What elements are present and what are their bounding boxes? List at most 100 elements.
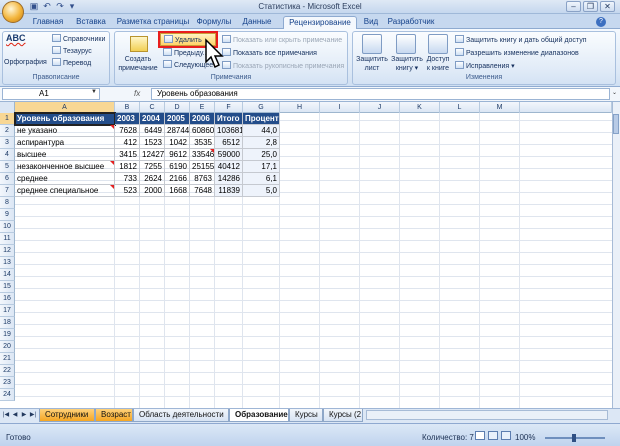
row-header[interactable]: 5 (0, 161, 15, 173)
table-cell[interactable]: 7628 (115, 125, 140, 137)
row-header[interactable]: 16 (0, 293, 15, 305)
table-cell[interactable]: 44,0 (243, 125, 280, 137)
thesaurus-button[interactable]: Тезаурус (52, 46, 92, 56)
first-sheet-icon[interactable]: |◀ (2, 410, 10, 420)
table-cell[interactable]: 523 (115, 185, 140, 197)
close-button[interactable]: ✕ (600, 1, 615, 12)
table-cell[interactable]: 2624 (140, 173, 165, 185)
row-header[interactable]: 17 (0, 305, 15, 317)
table-header-cell[interactable]: 2003 (115, 113, 140, 125)
track-changes-button[interactable]: Исправления ▾ (455, 61, 515, 71)
column-header[interactable]: C (140, 102, 165, 113)
table-cell[interactable]: 60860 (190, 125, 215, 137)
row-header[interactable]: 13 (0, 257, 15, 269)
column-header[interactable]: F (215, 102, 243, 113)
help-icon[interactable]: ? (596, 17, 606, 27)
page-layout-view-icon[interactable] (488, 431, 498, 440)
table-cell[interactable]: 12427 (140, 149, 165, 161)
protect-share-button[interactable]: Защитить книгу и дать общий доступ (455, 35, 587, 45)
row-header[interactable]: 15 (0, 281, 15, 293)
normal-view-icon[interactable] (475, 431, 485, 440)
comment-indicator-icon[interactable] (110, 161, 114, 165)
page-break-view-icon[interactable] (501, 431, 511, 440)
table-cell[interactable]: 8763 (190, 173, 215, 185)
column-header[interactable]: G (243, 102, 280, 113)
translate-button[interactable]: Перевод (52, 58, 91, 68)
row-header[interactable]: 2 (0, 125, 15, 137)
table-cell[interactable]: не указано (15, 125, 115, 137)
row-header[interactable]: 23 (0, 377, 15, 389)
table-cell[interactable]: 1812 (115, 161, 140, 173)
row-header[interactable]: 6 (0, 173, 15, 185)
tab-data[interactable]: Данные (236, 16, 278, 29)
table-cell[interactable]: 40412 (215, 161, 243, 173)
table-cell[interactable]: среднее (15, 173, 115, 185)
sheet-tab-field[interactable]: Область деятельности (133, 409, 229, 422)
allow-ranges-button[interactable]: Разрешить изменение диапазонов (455, 48, 579, 58)
spelling-button[interactable]: Орфография (4, 58, 47, 67)
row-header[interactable]: 1 (0, 113, 15, 125)
column-header[interactable]: B (115, 102, 140, 113)
table-cell[interactable]: 14286 (215, 173, 243, 185)
table-cell[interactable]: 59000 (215, 149, 243, 161)
table-header-cell[interactable]: 2004 (140, 113, 165, 125)
table-header-cell[interactable]: 2005 (165, 113, 190, 125)
row-header[interactable]: 14 (0, 269, 15, 281)
show-ink-button[interactable]: Показать рукописные примечания (222, 61, 344, 71)
table-cell[interactable]: 2,8 (243, 137, 280, 149)
column-header[interactable]: D (165, 102, 190, 113)
new-comment-button[interactable]: Создать примечание (118, 55, 158, 73)
row-header[interactable]: 8 (0, 197, 15, 209)
table-cell[interactable]: 1523 (140, 137, 165, 149)
row-header[interactable]: 12 (0, 245, 15, 257)
row-header[interactable]: 4 (0, 149, 15, 161)
table-cell[interactable]: 25,0 (243, 149, 280, 161)
show-all-comments-button[interactable]: Показать все примечания (222, 48, 317, 58)
office-button[interactable] (2, 1, 24, 23)
column-header[interactable]: K (400, 102, 440, 113)
share-workbook-button[interactable]: Доступ к книге (422, 55, 454, 73)
sheet-tab-age[interactable]: Возраст (95, 409, 133, 422)
table-cell[interactable]: 2166 (165, 173, 190, 185)
row-header[interactable]: 3 (0, 137, 15, 149)
name-box[interactable]: A1 (2, 88, 100, 100)
table-cell[interactable]: 103681 (215, 125, 243, 137)
sheet-tab-employees[interactable]: Сотрудники (39, 409, 95, 422)
comment-indicator-icon[interactable] (110, 125, 114, 129)
tab-developer[interactable]: Разработчик (385, 16, 437, 29)
row-header[interactable]: 10 (0, 221, 15, 233)
table-cell[interactable]: 2000 (140, 185, 165, 197)
sheet-tab-education[interactable]: Образование (229, 409, 289, 422)
table-cell[interactable]: 3415 (115, 149, 140, 161)
row-header[interactable]: 22 (0, 365, 15, 377)
table-cell[interactable]: 1668 (165, 185, 190, 197)
maximize-button[interactable]: ❐ (583, 1, 598, 12)
table-cell[interactable]: аспирантура (15, 137, 115, 149)
comment-indicator-icon[interactable] (110, 185, 114, 189)
prev-sheet-icon[interactable]: ◀ (11, 410, 19, 420)
table-header-cell[interactable]: Процент (243, 113, 280, 125)
name-box-dropdown-icon[interactable]: ▼ (91, 89, 97, 95)
table-cell[interactable]: 733 (115, 173, 140, 185)
formula-input[interactable]: Уровень образования (151, 88, 610, 100)
column-header[interactable]: H (280, 102, 320, 113)
column-header[interactable]: L (440, 102, 480, 113)
tab-page-layout[interactable]: Разметка страницы (114, 16, 192, 29)
tab-review[interactable]: Рецензирование (283, 16, 357, 30)
row-header[interactable]: 18 (0, 317, 15, 329)
row-header[interactable]: 7 (0, 185, 15, 197)
column-header[interactable]: A (15, 102, 115, 113)
table-cell[interactable]: 9612 (165, 149, 190, 161)
table-cell[interactable]: 28744 (165, 125, 190, 137)
table-cell[interactable]: 7255 (140, 161, 165, 173)
table-cell[interactable]: 6,1 (243, 173, 280, 185)
horizontal-scrollbar[interactable] (366, 410, 608, 420)
table-cell[interactable]: 25155 (190, 161, 215, 173)
next-sheet-icon[interactable]: ▶ (20, 410, 28, 420)
sheet-tab-courses[interactable]: Курсы (289, 409, 323, 422)
select-all-corner[interactable] (0, 102, 15, 113)
tab-view[interactable]: Вид (360, 16, 382, 29)
table-cell[interactable]: 1042 (165, 137, 190, 149)
comment-indicator-icon[interactable] (210, 149, 214, 153)
vertical-scrollbar[interactable] (612, 102, 620, 408)
